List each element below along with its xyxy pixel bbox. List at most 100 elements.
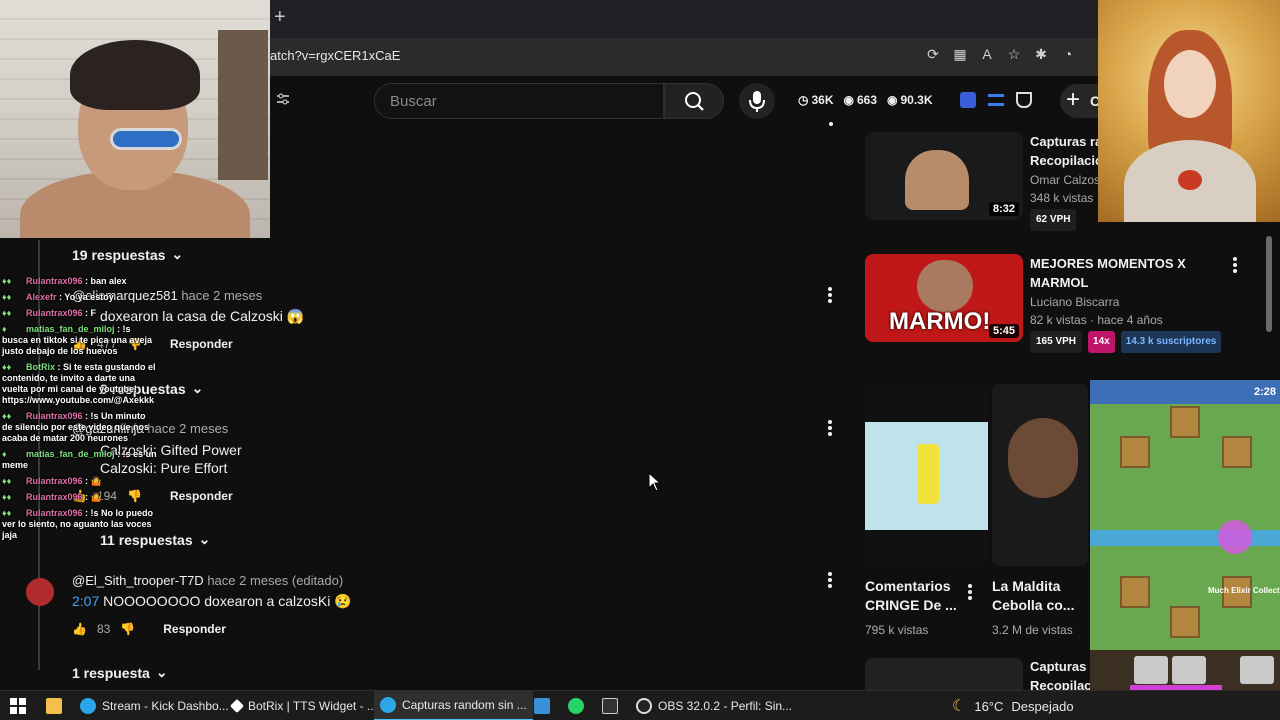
channel-name[interactable]: Luciano Biscarra	[1030, 293, 1221, 311]
multiplier-badge: 14x	[1088, 331, 1115, 353]
video-thumbnail[interactable]: 8:32	[865, 132, 1023, 220]
app-icon[interactable]: ▦	[952, 46, 968, 62]
game-label: Much Elixir Collect	[1208, 586, 1280, 595]
video-thumbnail[interactable]: MARMO! 5:45	[865, 254, 1023, 342]
portrait-face	[1164, 50, 1216, 118]
more-options-icon[interactable]	[828, 572, 832, 588]
more-options-icon[interactable]	[828, 420, 832, 436]
translate-icon[interactable]: ⟳	[925, 46, 941, 62]
king-tower	[1170, 606, 1200, 638]
comment-time: hace 2 meses (editado)	[207, 573, 344, 588]
chat-message: ♦♦ BotRix : Si te esta gustando el conten…	[2, 362, 158, 406]
video-title-line: CRINGE De ...	[865, 597, 957, 613]
terminal-icon	[602, 698, 618, 714]
taskbar-app[interactable]: BotRix | TTS Widget - ...	[226, 691, 383, 720]
badge-icons: ♦♦	[2, 308, 12, 318]
spell-effect	[1218, 520, 1252, 554]
start-button[interactable]	[4, 691, 32, 720]
video-title-line: La Maldita	[992, 578, 1061, 594]
chat-text: : 🤷	[85, 492, 102, 502]
video-title[interactable]: MEJORES MOMENTOS X MARMOL	[1030, 254, 1186, 292]
comment-author-handle[interactable]: @El_Sith_trooper-T7D	[72, 573, 204, 588]
chat-text: : ban alex	[85, 276, 127, 286]
chat-user: Rulantrax096	[26, 476, 83, 486]
eye-icon: ◉	[843, 93, 854, 107]
reply-button[interactable]: Responder	[163, 622, 226, 636]
thumbs-down-icon[interactable]: 👎	[120, 622, 135, 636]
video-title[interactable]: Capturas ra Recopilacio	[1030, 132, 1103, 170]
video-stats: 795 k vistas	[865, 623, 929, 637]
short-thumbnail[interactable]	[865, 384, 988, 566]
obs-icon	[636, 698, 652, 714]
new-tab-button[interactable]: +	[274, 6, 286, 29]
search-button[interactable]	[664, 83, 724, 119]
search-input[interactable]: Buscar	[374, 83, 664, 119]
taskbar-app[interactable]: Stream - Kick Dashbo...	[74, 691, 235, 720]
mail-button[interactable]	[528, 691, 556, 720]
browser-toolbar-icons: ⟳ ▦ A ☆ ✱ ◔	[925, 46, 1076, 62]
video-meta: Omar Calzosk 348 k vistas · 62 VPH	[1030, 171, 1106, 231]
weather-widget[interactable]: ☾ 16°C Despejado	[952, 691, 1074, 720]
video-stats: 82 k vistas · hace 4 años	[1030, 313, 1163, 327]
game-overlay: 2:28 Much Elixir Collect	[1090, 380, 1280, 690]
chat-message: ♦♦ Rulantrax096 : ban alex	[2, 276, 158, 287]
video-thumbnail[interactable]	[865, 658, 1023, 690]
list-icon[interactable]	[988, 94, 1004, 106]
game-top-bar	[1090, 380, 1280, 404]
read-aloud-icon[interactable]: A	[979, 46, 995, 62]
file-explorer-button[interactable]	[40, 691, 68, 720]
like-count: 83	[96, 622, 111, 636]
url-text[interactable]: atch?v=rgxCER1xCaE	[270, 48, 400, 63]
channel-name[interactable]: Omar Calzosk	[1030, 171, 1106, 189]
chat-message: ♦ matias_fan_de_miloj : !s busca en tikto…	[2, 324, 158, 357]
timestamp-link[interactable]: 2:07	[72, 593, 99, 609]
chevron-down-icon: ⌄	[191, 380, 204, 396]
more-options-icon[interactable]	[829, 122, 833, 130]
comment-actions: 👍 83 👎 Responder	[72, 622, 226, 636]
stat-value: 663	[856, 93, 878, 107]
replies-toggle[interactable]: 19 respuestas ⌄	[72, 246, 183, 263]
game-card	[1134, 656, 1168, 684]
taskbar-app-label: OBS 32.0.2 - Perfil: Sin...	[658, 699, 793, 713]
game-card	[1172, 656, 1206, 684]
stat-item: ◷ 36K	[798, 93, 834, 107]
filter-icon[interactable]	[276, 92, 290, 106]
video-meta: Luciano Biscarra 82 k vistas · hace 4 añ…	[1030, 293, 1222, 353]
mouse-cursor-icon	[648, 472, 662, 492]
short-title[interactable]: La Maldita Cebolla co...	[992, 577, 1074, 615]
stat-item: ◉ 663	[844, 93, 878, 107]
short-title[interactable]: Comentarios CRINGE De ...	[865, 577, 957, 615]
badge-icons: ♦♦	[2, 411, 12, 421]
replies-toggle[interactable]: 1 respuesta ⌄	[72, 664, 168, 681]
portrait-overlay	[1098, 0, 1280, 222]
thumbnail-text: MARMO!	[889, 308, 991, 335]
more-options-icon[interactable]	[828, 287, 832, 303]
video-title-line: MEJORES MOMENTOS X	[1030, 256, 1186, 271]
taskbar-app[interactable]: OBS 32.0.2 - Perfil: Sin...	[630, 691, 798, 720]
sponge-figure	[917, 444, 939, 504]
header-extension-icons	[960, 92, 1032, 108]
voice-search-button[interactable]	[739, 83, 775, 119]
comment-author[interactable]: @El_Sith_trooper-T7D hace 2 meses (edita…	[72, 573, 343, 588]
scrollbar[interactable]	[1266, 236, 1272, 332]
more-options-icon[interactable]	[1233, 257, 1237, 273]
short-thumbnail[interactable]	[992, 384, 1088, 566]
eye-icon: ◉	[887, 93, 898, 107]
reply-button[interactable]: Responder	[170, 337, 233, 351]
thumbnail-image	[905, 150, 969, 210]
extension-blue-icon[interactable]	[960, 92, 976, 108]
avatar[interactable]	[26, 578, 54, 606]
thumbs-up-icon[interactable]: 👍	[72, 622, 87, 636]
terminal-button[interactable]	[596, 691, 624, 720]
extensions-icon[interactable]: ✱	[1033, 46, 1049, 62]
profile-icon[interactable]: ◔	[1060, 46, 1076, 62]
reply-button[interactable]: Responder	[170, 489, 233, 503]
whatsapp-button[interactable]	[562, 691, 590, 720]
trophy-icon[interactable]	[1016, 92, 1032, 108]
weather-desc: Despejado	[1011, 698, 1074, 714]
taskbar-app[interactable]: Capturas random sin ...	[374, 691, 533, 720]
more-options-icon[interactable]	[968, 584, 972, 600]
chat-user: BotRix	[26, 362, 55, 372]
channel-stats: ◷ 36K ◉ 663 ◉ 90.3K	[798, 93, 933, 107]
favorite-star-icon[interactable]: ☆	[1006, 46, 1022, 62]
